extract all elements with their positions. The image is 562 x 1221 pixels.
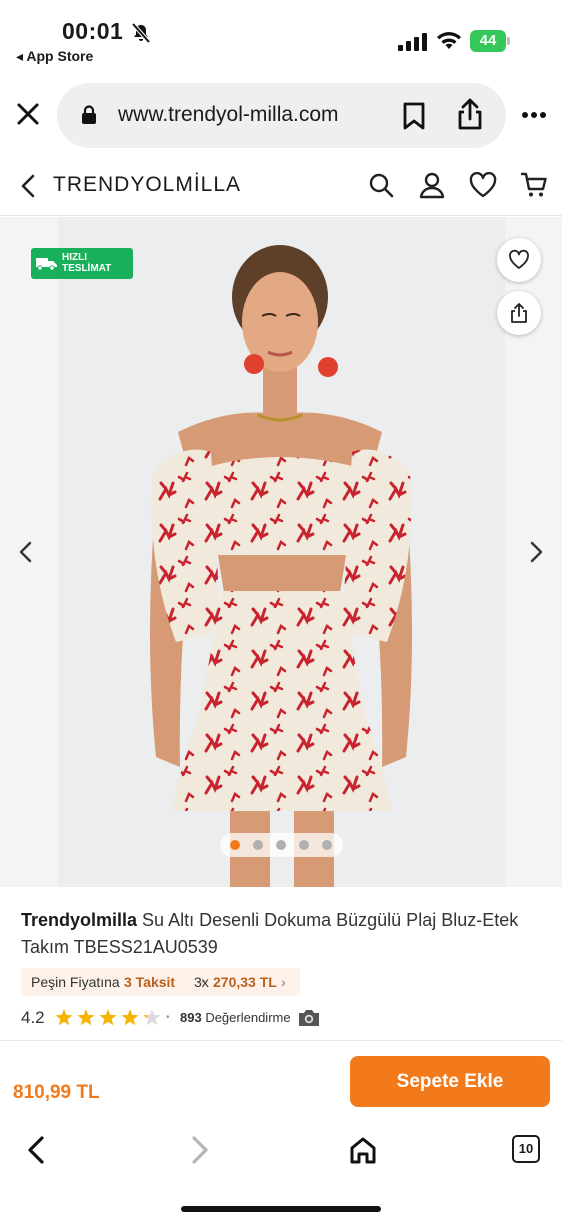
status-time: 00:01 (62, 18, 124, 44)
pagination-dot[interactable] (230, 840, 240, 850)
back-to-app-store-link[interactable]: ◂ App Store (16, 48, 93, 65)
badge-line-1: HIZLI (62, 252, 87, 263)
product-title: Trendyolmilla Su Altı Desenli Dokuma Büz… (21, 907, 546, 961)
product-gallery[interactable]: HIZLI TESLİMAT (0, 217, 562, 887)
heart-icon (509, 249, 529, 269)
bookmark-icon[interactable] (401, 101, 427, 131)
address-bar[interactable]: www.trendyol-milla.com (57, 83, 506, 148)
bell-slash-icon (130, 22, 152, 44)
rating-value: 4.2 (21, 1008, 45, 1027)
battery-icon: 44 (470, 30, 510, 52)
installment-multiplier: 3x (194, 974, 209, 990)
star-rating (55, 1009, 161, 1026)
add-to-cart-button[interactable]: Sepete Ekle (350, 1056, 550, 1107)
browser-toolbar: 10 (0, 1120, 562, 1221)
review-count[interactable]: 893 Değerlendirme (180, 1010, 291, 1025)
favorite-button[interactable] (497, 238, 541, 282)
star-icon (99, 1009, 117, 1026)
close-icon[interactable] (14, 100, 42, 128)
rating-row[interactable]: 4.2 • 893 Değerlendirme (21, 1006, 351, 1030)
fast-delivery-badge: HIZLI TESLİMAT (31, 248, 133, 279)
home-indicator (181, 1206, 381, 1212)
pagination-dot[interactable] (253, 840, 263, 850)
installment-count: 3 Taksit (124, 974, 176, 990)
lock-icon (81, 105, 97, 125)
truck-icon (36, 258, 57, 271)
product-brand[interactable]: Trendyolmilla (21, 910, 137, 930)
pagination-dot[interactable] (276, 840, 286, 850)
more-icon[interactable] (521, 111, 547, 119)
star-icon (77, 1009, 95, 1026)
share-icon[interactable] (455, 97, 485, 131)
url-text[interactable]: www.trendyol-milla.com (118, 103, 339, 127)
share-icon (511, 303, 527, 323)
home-icon[interactable] (348, 1135, 378, 1165)
chevron-left-icon[interactable] (22, 1134, 50, 1166)
heart-icon[interactable] (469, 172, 497, 198)
gallery-pagination[interactable] (220, 833, 343, 857)
chevron-left-icon[interactable] (16, 540, 36, 564)
purchase-bar: 810,99 TL Sepete Ekle (0, 1040, 562, 1120)
share-product-button[interactable] (497, 291, 541, 335)
cart-icon[interactable] (520, 171, 548, 199)
status-bar: 00:01 ◂ App Store 44 (0, 0, 562, 72)
search-icon[interactable] (367, 171, 395, 199)
camera-icon (297, 1008, 321, 1028)
installment-amount: 270,33 TL (213, 974, 277, 990)
chevron-left-icon[interactable] (18, 172, 38, 200)
pagination-dot[interactable] (322, 840, 332, 850)
site-brand[interactable]: TRENDYOLMİLLA (53, 173, 241, 197)
review-number: 893 (180, 1010, 202, 1025)
wifi-icon (436, 31, 462, 51)
star-icon (121, 1009, 139, 1026)
rating-separator: • (166, 1012, 170, 1023)
installment-banner[interactable]: Peşin Fiyatına 3 Taksit • 3x 270,33 TL › (21, 968, 300, 996)
chevron-right-icon: › (281, 974, 286, 990)
site-header: TRENDYOLMİLLA (0, 160, 562, 216)
star-icon (55, 1009, 73, 1026)
battery-level: 44 (479, 32, 497, 49)
review-label: Değerlendirme (201, 1010, 291, 1025)
signal-icon (398, 33, 428, 51)
badge-line-2: TESLİMAT (62, 263, 112, 274)
chevron-right-icon[interactable] (526, 540, 546, 564)
star-icon (143, 1009, 161, 1026)
tabs-icon[interactable]: 10 (512, 1135, 540, 1163)
pagination-dot[interactable] (299, 840, 309, 850)
chevron-right-icon[interactable] (186, 1134, 214, 1166)
product-image[interactable] (58, 217, 505, 887)
product-price: 810,99 TL (13, 1082, 100, 1103)
user-icon[interactable] (418, 171, 446, 199)
installment-prefix: Peşin Fiyatına (31, 974, 120, 990)
